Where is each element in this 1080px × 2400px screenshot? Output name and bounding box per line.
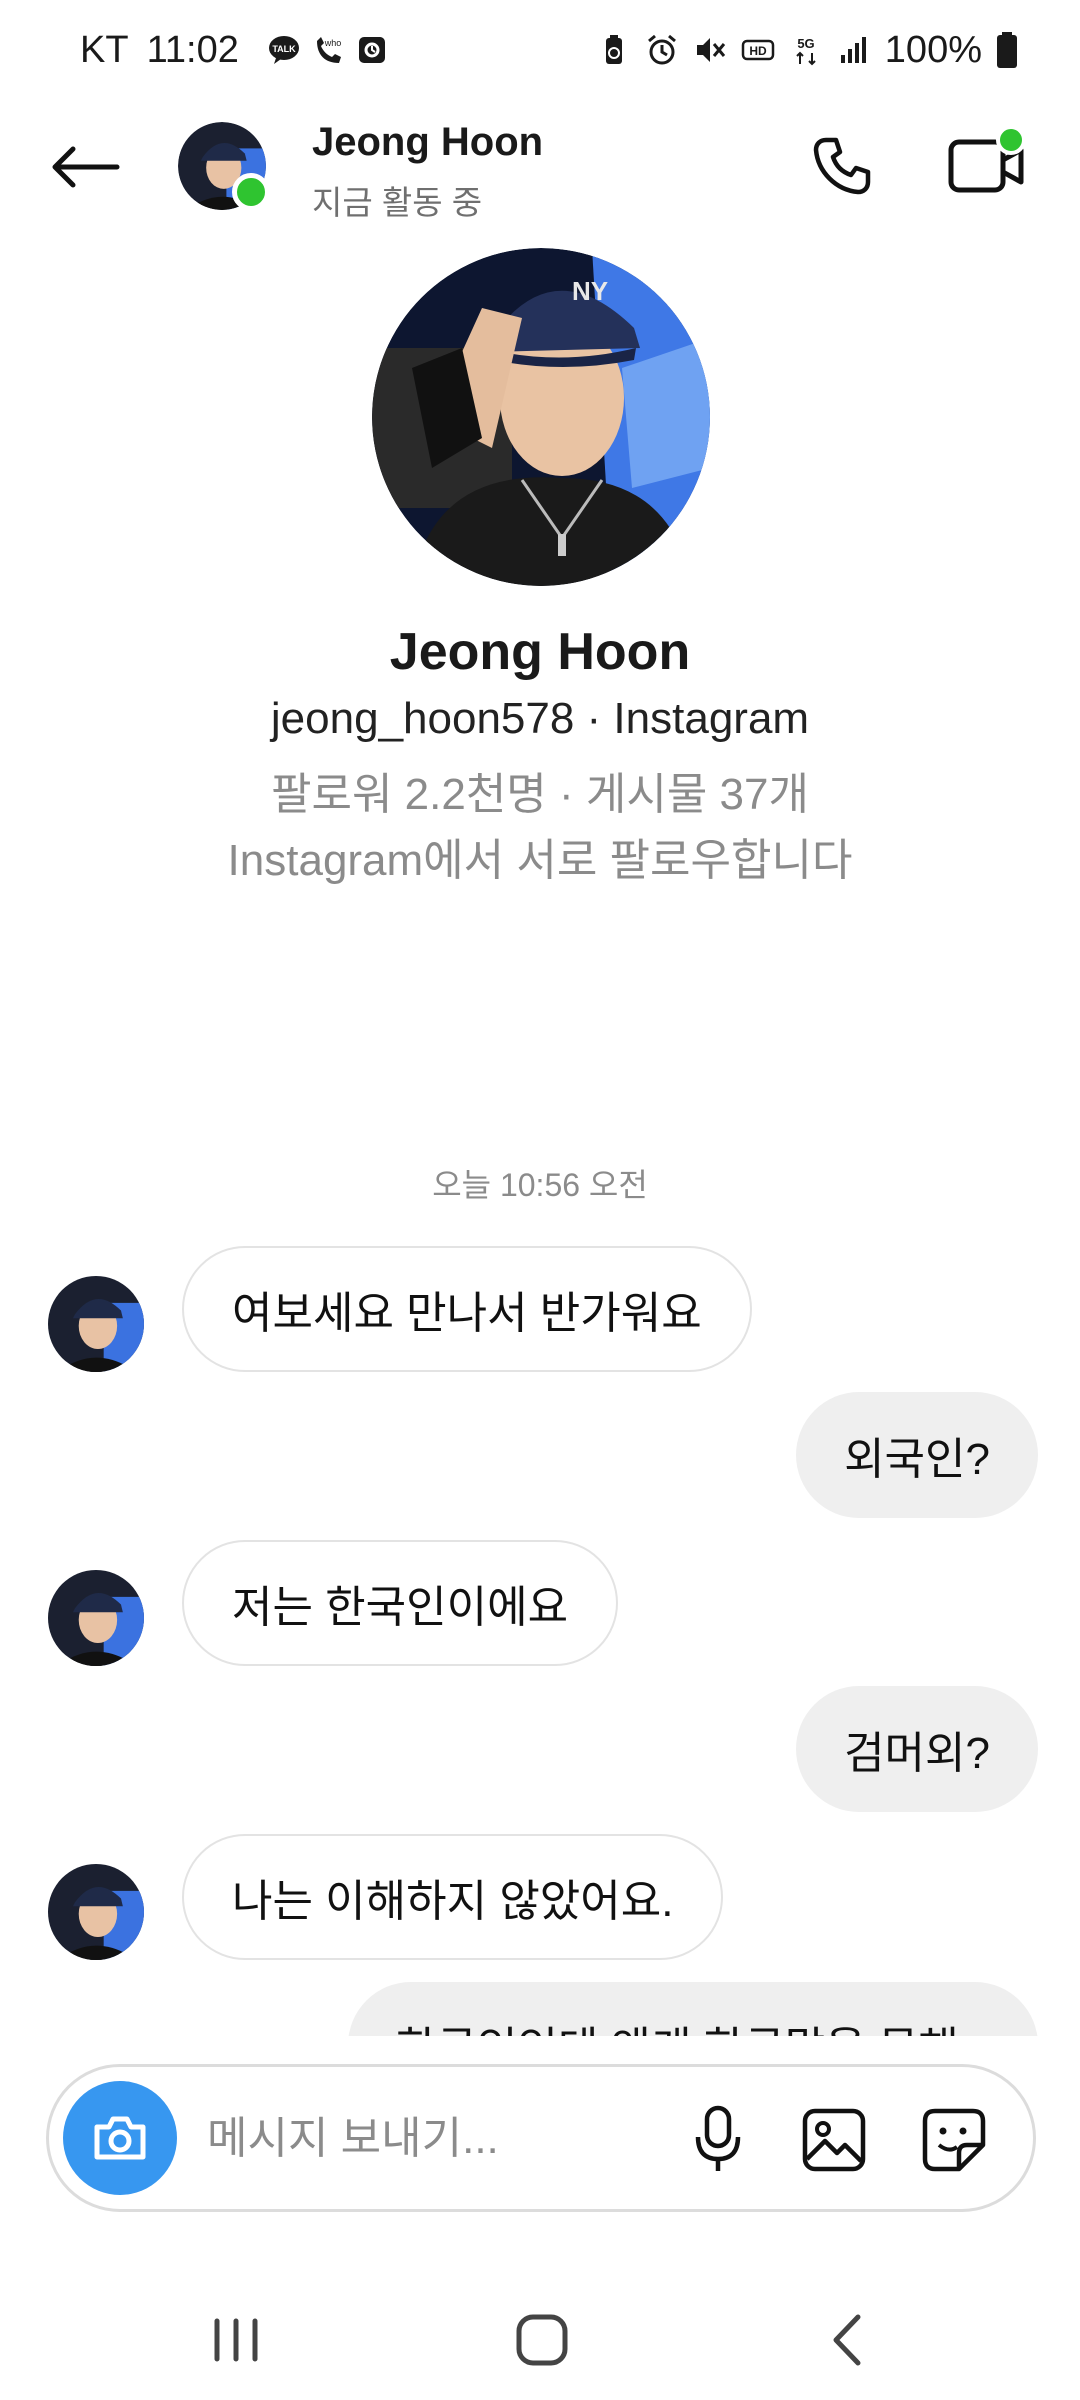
- whowho-icon: who: [316, 37, 342, 63]
- message-bubble-sent[interactable]: 한국인인데 왜케 한국말을 못해: [348, 1982, 1038, 2036]
- message-list-overflow: 한국인인데 왜케 한국말을 못해: [0, 1960, 1080, 2036]
- recent-apps-button[interactable]: [176, 2300, 296, 2380]
- mute-icon: [696, 38, 725, 62]
- profile-handle[interactable]: jeong_hoon578 · Instagram: [0, 694, 1080, 744]
- battery-percent: 100%: [884, 28, 982, 71]
- system-navigation-bar: [0, 2280, 1080, 2400]
- clock: 11:02: [146, 28, 239, 71]
- home-button[interactable]: [482, 2300, 602, 2380]
- thread-timestamp: 오늘 10:56 오전: [432, 1167, 648, 1203]
- message-bubble-sent[interactable]: 검머외?: [796, 1686, 1038, 1812]
- profile-name: Jeong Hoon: [389, 623, 691, 681]
- signal-icon: [840, 37, 866, 63]
- svg-text:TALK: TALK: [272, 44, 296, 54]
- home-icon: [516, 2314, 568, 2366]
- system-back-button[interactable]: [786, 2300, 906, 2380]
- camera-icon: [94, 2116, 146, 2160]
- message-bubble-received[interactable]: 나는 이해하지 않았어요.: [182, 1834, 724, 1960]
- gallery-button[interactable]: [789, 2095, 879, 2185]
- voice-message-button[interactable]: [673, 2095, 763, 2185]
- video-camera-icon: [948, 125, 1026, 193]
- chevron-left-icon: [833, 2314, 861, 2366]
- svg-text:5G: 5G: [797, 36, 814, 51]
- message-bubble-received[interactable]: 저는 한국인이에요: [182, 1540, 619, 1666]
- online-indicator: [232, 173, 270, 211]
- chat-header: Jeong Hoon 지금 활동 중: [0, 100, 1080, 234]
- message-bubble-sent[interactable]: 외국인?: [796, 1392, 1038, 1518]
- camera-button[interactable]: [63, 2081, 177, 2195]
- recent-apps-icon: [214, 2318, 258, 2362]
- avatar[interactable]: [48, 1570, 144, 1666]
- avatar[interactable]: [48, 1276, 144, 1372]
- sticker-icon: [922, 2108, 986, 2172]
- message-input[interactable]: [207, 2107, 647, 2171]
- svg-text:HD: HD: [749, 44, 767, 58]
- message-composer: [46, 2064, 1036, 2212]
- sticker-button[interactable]: [909, 2095, 999, 2185]
- 5g-icon: 5G: [796, 36, 816, 66]
- profile-photo[interactable]: NY: [372, 248, 710, 586]
- svg-text:NY: NY: [572, 276, 608, 306]
- app-notification-icon: [358, 37, 385, 63]
- back-button[interactable]: [40, 122, 130, 212]
- mutual-follow-note: Instagram에서 서로 팔로우합니다: [227, 836, 853, 885]
- phone-icon: [813, 137, 871, 195]
- profile-stats: 팔로워 2.2천명 · 게시물 37개: [271, 770, 809, 819]
- voice-call-button[interactable]: [792, 116, 892, 216]
- image-icon: [802, 2108, 866, 2172]
- contact-name[interactable]: Jeong Hoon: [312, 120, 543, 165]
- arrow-left-icon: [52, 146, 120, 188]
- video-call-button[interactable]: [932, 116, 1042, 216]
- alarm-icon: [647, 34, 676, 65]
- svg-text:who: who: [324, 38, 342, 48]
- avatar[interactable]: [48, 1864, 144, 1960]
- status-bar: KT 11:02 TALK who HD 5G 100%: [0, 0, 1080, 100]
- battery-saver-icon: [605, 35, 622, 64]
- talk-icon: TALK: [268, 36, 299, 64]
- message-bubble-received[interactable]: 여보세요 만나서 반가워요: [182, 1246, 752, 1372]
- hd-voice-icon: HD: [741, 39, 775, 61]
- carrier-label: KT: [80, 28, 129, 71]
- active-status: 지금 활동 중: [312, 184, 483, 221]
- battery-icon: [997, 32, 1017, 68]
- microphone-icon: [695, 2105, 741, 2171]
